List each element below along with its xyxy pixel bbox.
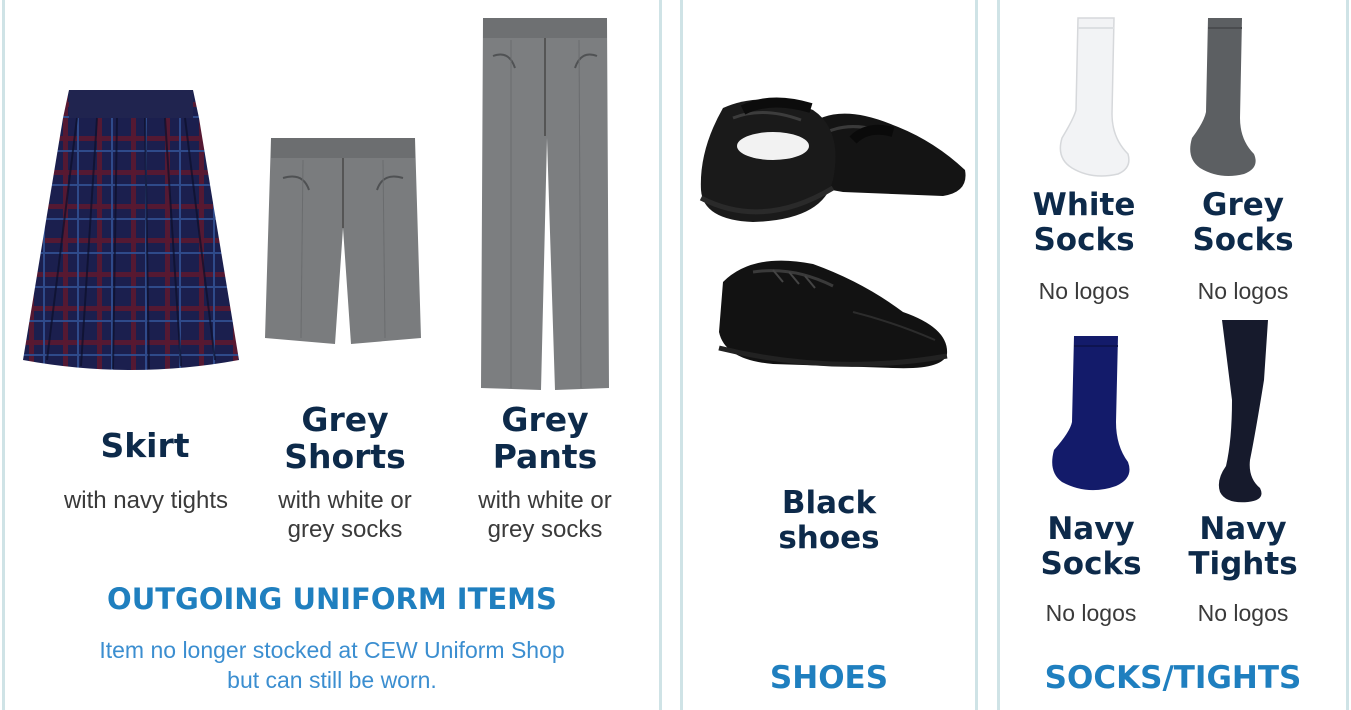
white-socks-description: No logos [1038,278,1130,304]
white-socks-title: White Socks [1032,187,1136,258]
grey-shorts-title: Grey Shorts [284,400,406,476]
tartan-skirt-image [23,90,239,370]
grey-shorts-image [265,138,421,344]
navy-sock-image [1052,336,1130,491]
socks-panel: White Socks No logos Grey Socks No logos N… [997,0,1349,710]
grey-pants-description: with white or grey socks [478,487,612,543]
outgoing-note: Item no longer stocked at CEW Uniform Sh… [99,637,565,693]
grey-shorts-description: with white or grey socks [278,487,412,543]
grey-sock-image [1190,18,1256,176]
socks-tights-heading: SOCKS/TIGHTS [1044,660,1302,696]
grey-pants-image [481,18,609,390]
black-shoes-title: Black shoes [778,485,880,556]
mary-jane-shoes-image [699,97,966,222]
outgoing-heading: OUTGOING UNIFORM ITEMS [107,582,557,616]
navy-socks-description: No logos [1045,600,1137,626]
navy-tights-description: No logos [1197,600,1289,626]
white-sock-image [1059,17,1130,177]
skirt-description: with navy tights [63,487,229,514]
navy-tights-image [1218,320,1268,503]
shoes-panel: Black shoes SHOES [680,0,978,710]
skirt-title: Skirt [100,426,190,465]
grey-socks-title: Grey Socks [1192,187,1294,258]
navy-socks-title: Navy Socks [1040,511,1142,582]
navy-tights-title: Navy Tights [1188,511,1298,582]
grey-socks-description: No logos [1197,278,1289,304]
grey-pants-title: Grey Pants [492,400,598,476]
shoes-heading: SHOES [769,660,889,696]
lace-up-shoe-image [718,260,948,369]
outgoing-items-panel: Skirt with navy tights Grey Shorts with w… [2,0,662,710]
